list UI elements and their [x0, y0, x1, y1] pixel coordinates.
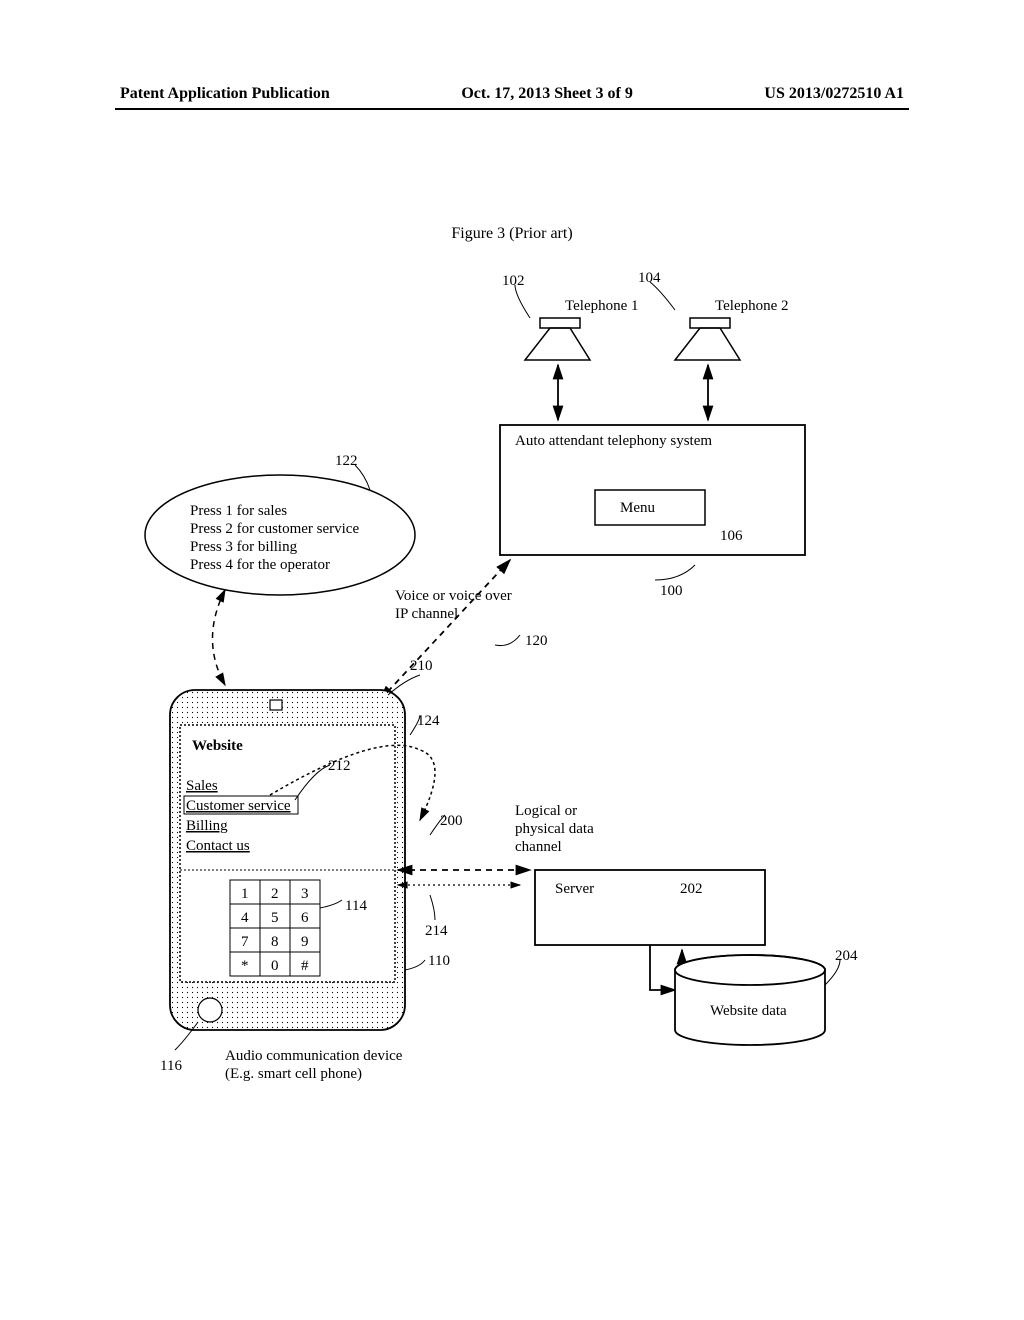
svg-text:0: 0 [271, 958, 279, 974]
menu-label: Menu [620, 500, 655, 516]
figure-title: Figure 3 (Prior art) [0, 225, 1024, 243]
website-title: Website [192, 738, 243, 754]
ref-106: 106 [720, 528, 743, 544]
svg-text:3: 3 [301, 886, 309, 902]
data-channel-l2: physical data [515, 821, 594, 837]
header-center: Oct. 17, 2013 Sheet 3 of 9 [461, 85, 633, 103]
keypad: 1 2 3 4 5 6 7 8 9 * 0 # [230, 880, 320, 976]
svg-text:9: 9 [301, 934, 309, 950]
bubble-line4: Press 4 for the operator [190, 557, 330, 573]
home-button-icon [198, 998, 222, 1022]
ref-204: 204 [835, 948, 858, 964]
diagram: Telephone 1 Telephone 2 Auto attendant t… [120, 270, 904, 1140]
svg-text:8: 8 [271, 934, 279, 950]
ref-110: 110 [428, 953, 450, 969]
telephone1-label: Telephone 1 [565, 298, 639, 314]
data-channel-l1: Logical or [515, 803, 577, 819]
header-rule [115, 108, 909, 110]
ref-120: 120 [525, 633, 548, 649]
ref-202: 202 [680, 881, 703, 897]
svg-text:2: 2 [271, 886, 279, 902]
auto-attendant-label: Auto attendant telephony system [515, 433, 712, 449]
website-item-cs: Customer service [186, 798, 291, 814]
ref-102: 102 [502, 273, 525, 289]
svg-text:7: 7 [241, 934, 249, 950]
device-label-2: (E.g. smart cell phone) [225, 1066, 362, 1082]
ref-124: 124 [417, 713, 440, 729]
ref-210: 210 [410, 658, 433, 674]
ref-212: 212 [328, 758, 351, 774]
voice-channel-l2: IP channel [395, 606, 458, 622]
header-right: US 2013/0272510 A1 [764, 85, 904, 103]
svg-text:6: 6 [301, 910, 309, 926]
ref-114: 114 [345, 898, 367, 914]
svg-text:#: # [301, 958, 309, 974]
website-data-label: Website data [710, 1003, 787, 1019]
svg-text:*: * [241, 958, 249, 974]
device-label-1: Audio communication device [225, 1048, 403, 1064]
ref-200: 200 [440, 813, 463, 829]
ref-100: 100 [660, 583, 683, 599]
database-icon [675, 955, 825, 1045]
bubble-line1: Press 1 for sales [190, 503, 287, 519]
ref-122: 122 [335, 453, 358, 469]
svg-text:4: 4 [241, 910, 249, 926]
website-item-billing: Billing [186, 818, 228, 834]
ref-214: 214 [425, 923, 448, 939]
data-channel-l3: channel [515, 839, 562, 855]
telephone2-label: Telephone 2 [715, 298, 789, 314]
bubble-line2: Press 2 for customer service [190, 521, 359, 537]
ref-116: 116 [160, 1058, 182, 1074]
page-header: Patent Application Publication Oct. 17, … [120, 85, 904, 103]
ref-104: 104 [638, 270, 661, 286]
header-left: Patent Application Publication [120, 85, 330, 103]
earpiece [270, 700, 282, 710]
website-item-sales: Sales [186, 778, 218, 794]
svg-text:5: 5 [271, 910, 279, 926]
bubble-line3: Press 3 for billing [190, 539, 298, 555]
telephone2-icon [675, 318, 740, 360]
telephone1-icon [525, 318, 590, 360]
website-item-contact: Contact us [186, 838, 250, 854]
server-label: Server [555, 881, 594, 897]
voice-channel-l1: Voice or voice over [395, 588, 512, 604]
svg-text:1: 1 [241, 886, 249, 902]
